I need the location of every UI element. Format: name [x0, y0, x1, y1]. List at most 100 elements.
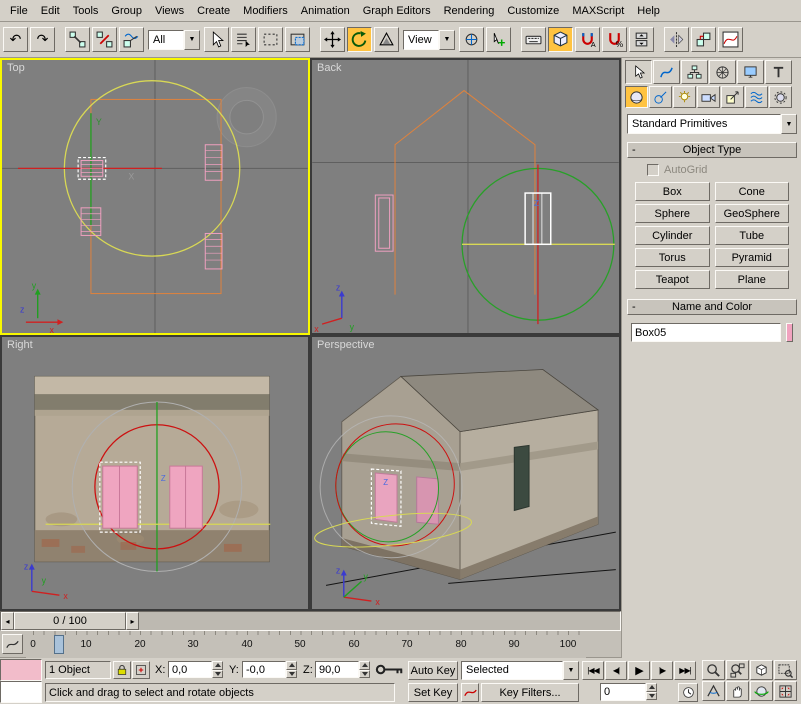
tab-display[interactable]	[737, 60, 764, 84]
redo-button[interactable]: ↷	[30, 27, 55, 52]
maxscript-mini-listener[interactable]	[0, 681, 42, 703]
auto-key-button[interactable]: Auto Key	[408, 661, 458, 680]
chevron-down-icon[interactable]: ▼	[781, 114, 797, 134]
category-helpers[interactable]	[721, 86, 744, 108]
x-coord-spinner[interactable]	[212, 661, 223, 678]
viewport-right-label[interactable]: Right	[7, 339, 33, 351]
tab-motion[interactable]	[709, 60, 736, 84]
category-lights[interactable]	[673, 86, 696, 108]
track-bar[interactable]: 0 10 20 30 40 50 60 70 80 90 100	[0, 631, 621, 658]
chevron-down-icon[interactable]: ▼	[439, 30, 455, 50]
viewport-perspective-label[interactable]: Perspective	[317, 339, 374, 351]
menu-maxscript[interactable]: MAXScript	[566, 2, 630, 20]
pyramid-button[interactable]: Pyramid	[715, 248, 790, 267]
next-frame-button[interactable]: |▶	[651, 661, 673, 680]
mini-curve-editor-button[interactable]	[2, 634, 23, 654]
wall-texture-plane[interactable]	[35, 376, 270, 561]
time-configuration-button[interactable]	[678, 683, 698, 702]
chevron-down-icon[interactable]: ▼	[563, 661, 579, 680]
tab-hierarchy[interactable]	[681, 60, 708, 84]
zoom-button[interactable]	[702, 660, 725, 680]
tab-utilities[interactable]	[765, 60, 792, 84]
absolute-mode-button[interactable]	[132, 661, 150, 679]
object-color-swatch[interactable]	[786, 323, 793, 342]
curve-editor-button[interactable]	[718, 27, 743, 52]
cone-button[interactable]: Cone	[715, 182, 790, 201]
current-frame-field[interactable]: 0	[600, 683, 646, 701]
zoom-extents-button[interactable]	[750, 660, 773, 680]
time-forward-arrow[interactable]: ▸	[126, 612, 139, 630]
viewport-back-canvas[interactable]: Z z x y	[312, 60, 619, 333]
go-to-start-button[interactable]: |◀◀	[582, 661, 604, 680]
tab-modify[interactable]	[653, 60, 680, 84]
key-mode-dropdown[interactable]: Selected ▼	[461, 661, 579, 680]
viewport-perspective[interactable]: Perspective	[310, 335, 621, 611]
viewport-top-canvas[interactable]: Y X y	[2, 60, 308, 333]
object-name-input[interactable]	[631, 323, 781, 342]
zoom-region-button[interactable]	[774, 660, 797, 680]
time-back-arrow[interactable]: ◂	[1, 612, 14, 630]
viewport-right[interactable]: Right	[0, 335, 310, 611]
current-frame-marker[interactable]	[54, 635, 64, 654]
menu-views[interactable]: Views	[149, 2, 190, 20]
teapot-button[interactable]: Teapot	[635, 270, 710, 289]
z-coord-spinner[interactable]	[359, 661, 370, 678]
maximize-viewport-button[interactable]	[774, 681, 797, 701]
mirror-button[interactable]	[664, 27, 689, 52]
select-and-link-button[interactable]	[65, 27, 90, 52]
rotate-gizmo-axes[interactable]: Y X	[18, 113, 162, 225]
viewport-back[interactable]: Back Z	[310, 58, 621, 335]
geosphere-button[interactable]: GeoSphere	[715, 204, 790, 223]
cylinder-button[interactable]: Cylinder	[635, 226, 710, 245]
viewport-back-label[interactable]: Back	[317, 62, 341, 74]
play-button[interactable]: ▶	[628, 661, 650, 680]
field-of-view-button[interactable]	[702, 681, 725, 701]
primitive-category-dropdown[interactable]: Standard Primitives ▼	[627, 114, 797, 134]
z-coord-field[interactable]: 90,0	[315, 661, 359, 678]
use-pivot-center-button[interactable]	[459, 27, 484, 52]
select-and-manipulate-button[interactable]	[486, 27, 511, 52]
menu-graph-editors[interactable]: Graph Editors	[357, 2, 437, 20]
select-and-move-button[interactable]	[320, 27, 345, 52]
default-tangent-button[interactable]	[461, 683, 479, 702]
pan-button[interactable]	[726, 681, 749, 701]
key-filters-button[interactable]: Key Filters...	[481, 683, 579, 702]
tab-create[interactable]	[625, 60, 652, 84]
unlink-selection-button[interactable]	[92, 27, 117, 52]
y-coord-spinner[interactable]	[286, 661, 297, 678]
category-space-warps[interactable]	[745, 86, 768, 108]
time-slider[interactable]: ◂ 0 / 100 ▸	[0, 611, 621, 631]
menu-tools[interactable]: Tools	[67, 2, 105, 20]
select-and-rotate-button[interactable]	[347, 27, 372, 52]
selection-filter-dropdown[interactable]: All ▼	[148, 30, 200, 50]
reference-coordinate-dropdown[interactable]: View ▼	[403, 30, 455, 50]
undo-button[interactable]: ↶	[3, 27, 28, 52]
set-key-button[interactable]: Set Key	[408, 683, 458, 702]
track-bar-ruler[interactable]: 0 10 20 30 40 50 60 70 80 90 100	[26, 631, 586, 658]
plane-button[interactable]: Plane	[715, 270, 790, 289]
go-to-end-button[interactable]: ▶▶|	[674, 661, 696, 680]
autogrid-checkbox[interactable]	[647, 164, 659, 176]
x-coord-field[interactable]: 0,0	[168, 661, 212, 678]
time-slider-handle[interactable]: 0 / 100	[14, 612, 126, 630]
viewport-top-label[interactable]: Top	[7, 62, 25, 74]
menu-group[interactable]: Group	[105, 2, 148, 20]
category-shapes[interactable]	[649, 86, 672, 108]
menu-customize[interactable]: Customize	[501, 2, 565, 20]
object-type-rollout-header[interactable]: - Object Type	[627, 142, 797, 158]
torus-button[interactable]: Torus	[635, 248, 710, 267]
menu-edit[interactable]: Edit	[35, 2, 66, 20]
category-geometry[interactable]	[625, 86, 648, 108]
spinner-snap-button[interactable]	[629, 27, 654, 52]
viewport-perspective-canvas[interactable]: Z z x y	[312, 337, 619, 609]
pink-box-objects[interactable]	[81, 145, 222, 269]
menu-animation[interactable]: Animation	[295, 2, 356, 20]
select-and-scale-button[interactable]	[374, 27, 399, 52]
selected-object[interactable]	[78, 158, 106, 180]
select-by-name-button[interactable]	[231, 27, 256, 52]
menu-file[interactable]: File	[4, 2, 34, 20]
rectangular-selection-region-button[interactable]	[258, 27, 283, 52]
snaps-toggle-button[interactable]	[548, 27, 573, 52]
frame-spinner[interactable]	[646, 683, 657, 700]
selection-lock-button[interactable]	[113, 661, 131, 679]
